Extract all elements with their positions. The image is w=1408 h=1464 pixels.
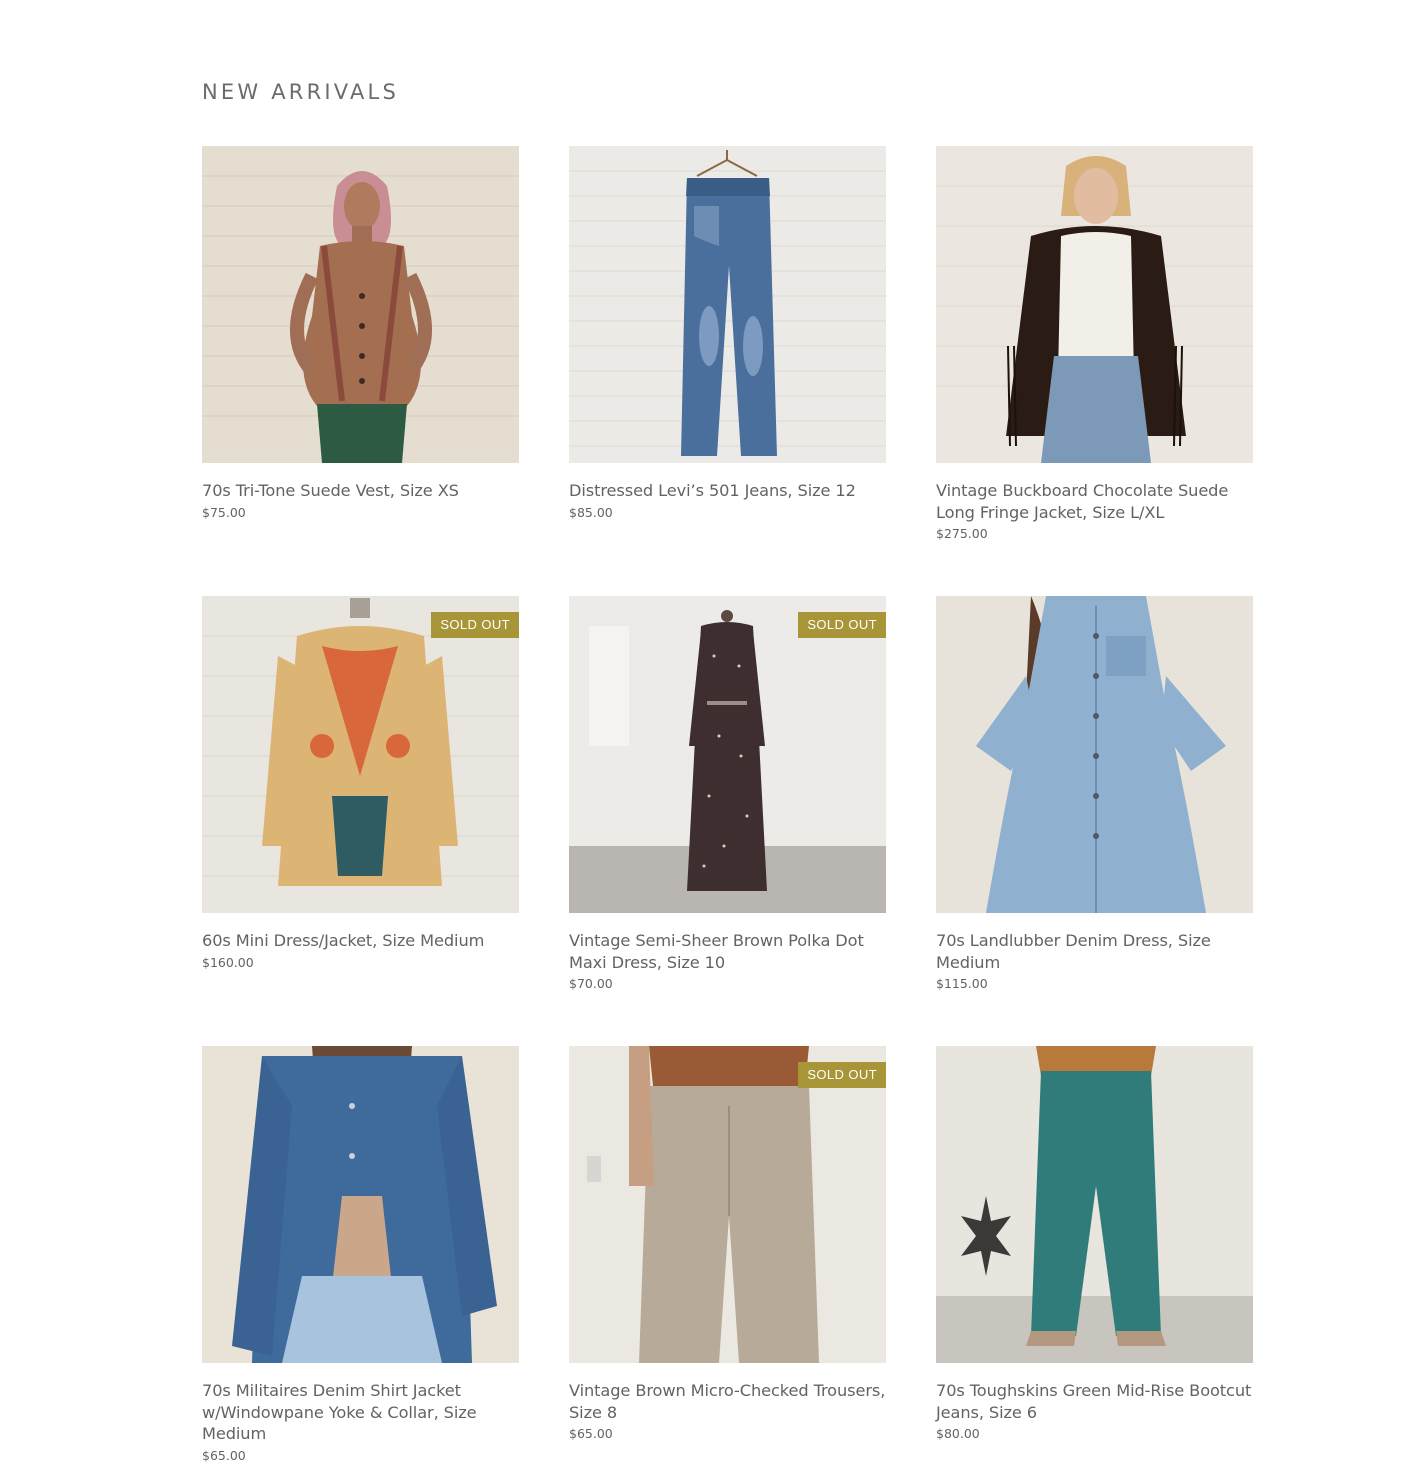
product-price: $75.00 — [202, 504, 246, 520]
sold-out-badge: SOLD OUT — [431, 612, 519, 638]
product-card[interactable]: SOLD OUT 60s Mini Dress/Jacket, Size Med… — [202, 596, 519, 1046]
product-image[interactable]: SOLD OUT — [569, 596, 886, 913]
product-image-denim-shirt — [202, 1046, 519, 1363]
product-price: $160.00 — [202, 954, 254, 970]
product-title[interactable]: 70s Landlubber Denim Dress, Size Medium — [936, 930, 1253, 973]
product-image[interactable] — [202, 1046, 519, 1363]
product-image-jeans — [569, 146, 886, 463]
product-price: $65.00 — [202, 1447, 246, 1463]
product-title[interactable]: 70s Toughskins Green Mid-Rise Bootcut Je… — [936, 1380, 1253, 1423]
product-title[interactable]: 60s Mini Dress/Jacket, Size Medium — [202, 930, 519, 952]
product-image-vest — [202, 146, 519, 463]
product-title[interactable]: Vintage Semi-Sheer Brown Polka Dot Maxi … — [569, 930, 886, 973]
product-price: $80.00 — [936, 1426, 980, 1441]
product-image[interactable] — [569, 146, 886, 463]
product-price: $65.00 — [569, 1426, 613, 1441]
product-title[interactable]: 70s Militaires Denim Shirt Jacket w/Wind… — [202, 1380, 519, 1445]
product-card[interactable]: Vintage Buckboard Chocolate Suede Long F… — [936, 146, 1253, 596]
product-image[interactable] — [202, 146, 519, 463]
sold-out-badge: SOLD OUT — [798, 1062, 886, 1088]
product-image-polka-dress — [569, 596, 886, 913]
product-card[interactable]: Distressed Levi’s 501 Jeans, Size 12 $85… — [569, 146, 886, 596]
product-card[interactable]: 70s Militaires Denim Shirt Jacket w/Wind… — [202, 1046, 519, 1463]
product-price: $70.00 — [569, 976, 613, 991]
product-card[interactable]: 70s Landlubber Denim Dress, Size Medium … — [936, 596, 1253, 1046]
product-price: $85.00 — [569, 504, 613, 520]
product-image-checked-trousers — [569, 1046, 886, 1363]
product-image-denim-dress — [936, 596, 1253, 913]
product-price: $115.00 — [936, 976, 988, 991]
product-image[interactable]: SOLD OUT — [202, 596, 519, 913]
product-title[interactable]: Vintage Brown Micro-Checked Trousers, Si… — [569, 1380, 886, 1423]
sold-out-badge: SOLD OUT — [798, 612, 886, 638]
product-title[interactable]: 70s Tri-Tone Suede Vest, Size XS — [202, 480, 519, 502]
product-card[interactable]: 70s Tri-Tone Suede Vest, Size XS $75.00 — [202, 146, 519, 596]
product-grid: 70s Tri-Tone Suede Vest, Size XS $75.00 — [202, 146, 1253, 1463]
product-card[interactable]: SOLD OUT Vintage Semi-Sheer Brown Polka … — [569, 596, 886, 1046]
product-image-fringe-jacket — [936, 146, 1253, 463]
product-price: $275.00 — [936, 526, 988, 541]
product-image[interactable] — [936, 1046, 1253, 1363]
product-image-mini-dress — [202, 596, 519, 913]
product-card[interactable]: 70s Toughskins Green Mid-Rise Bootcut Je… — [936, 1046, 1253, 1441]
product-title[interactable]: Vintage Buckboard Chocolate Suede Long F… — [936, 480, 1253, 523]
product-title[interactable]: Distressed Levi’s 501 Jeans, Size 12 — [569, 480, 886, 502]
product-image[interactable] — [936, 146, 1253, 463]
product-image[interactable]: SOLD OUT — [569, 1046, 886, 1363]
section-title: NEW ARRIVALS — [202, 80, 399, 104]
product-image-green-jeans — [936, 1046, 1253, 1363]
product-image[interactable] — [936, 596, 1253, 913]
product-card[interactable]: SOLD OUT Vintage Brown Micro-Checked Tro… — [569, 1046, 886, 1441]
